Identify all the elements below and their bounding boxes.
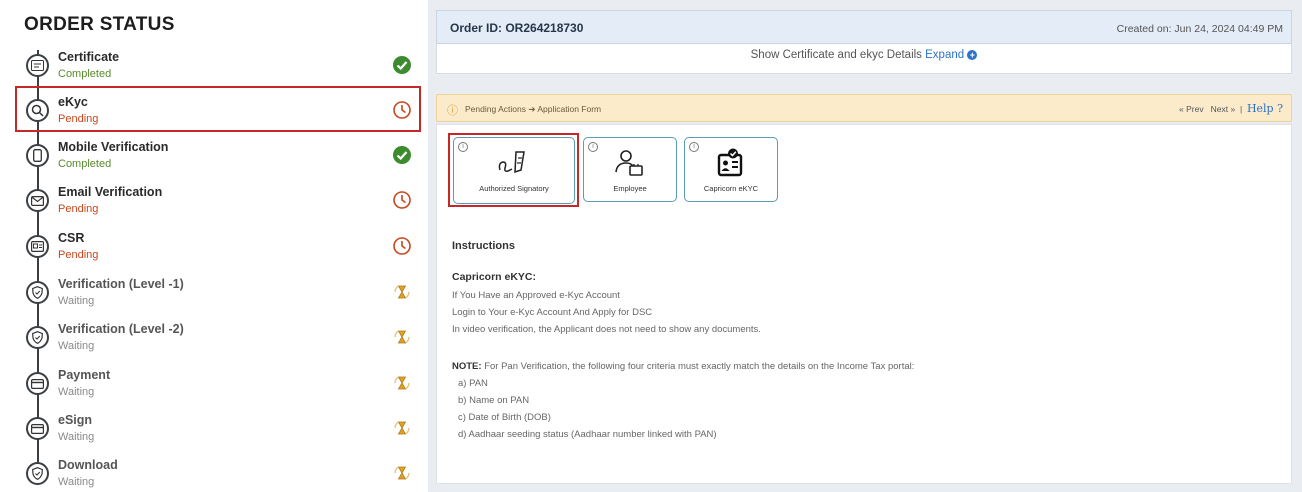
criteria-item: a) PAN [458, 378, 488, 389]
step-status: Completed [58, 158, 112, 170]
capricorn-ekyc-heading: Capricorn eKYC: [452, 271, 537, 283]
step-title: Certificate [58, 50, 120, 64]
application-form: i Authorized Signatory i Employee i Capr… [436, 124, 1292, 484]
authorized-signatory-highlight [448, 133, 579, 207]
note-line: NOTE: For Pan Verification, the followin… [452, 361, 914, 372]
step-download[interactable]: Download Waiting [0, 454, 428, 492]
order-status-panel: ORDER STATUS Certificate Completed eKyc … [0, 0, 428, 492]
step-verification-level-1[interactable]: Verification (Level -1) Waiting [0, 273, 428, 318]
clock-icon [393, 237, 411, 255]
step-title: Email Verification [58, 185, 163, 199]
mobile-icon [26, 144, 49, 167]
certificate-details-row: Show Certificate and ekyc Details Expand… [436, 44, 1292, 74]
shield-icon [26, 462, 49, 485]
employee-icon [584, 148, 676, 178]
pager: « Prev Next » | Help ? [1179, 102, 1283, 115]
shield-icon [26, 281, 49, 304]
hourglass-icon [394, 466, 410, 480]
instructions-heading: Instructions [452, 240, 515, 252]
pending-actions-text: Pending Actions ➔ Application Form [465, 104, 602, 114]
hourglass-icon [394, 285, 410, 299]
order-id: Order ID: OR264218730 [450, 21, 584, 35]
order-detail-panel: Order ID: OR264218730 Created on: Jun 24… [428, 0, 1302, 492]
step-status: Waiting [58, 386, 95, 398]
hourglass-icon [394, 330, 410, 344]
step-esign[interactable]: eSign Waiting [0, 409, 428, 454]
clock-icon [393, 191, 411, 209]
esign-icon [26, 417, 49, 440]
step-title: Mobile Verification [58, 140, 169, 154]
step-title: Download [58, 458, 118, 472]
instruction-line: Login to Your e-Kyc Account And Apply fo… [452, 307, 653, 318]
hourglass-icon [394, 376, 410, 390]
step-status: Completed [58, 68, 112, 80]
card-payment-icon [26, 372, 49, 395]
step-title: eSign [58, 413, 93, 427]
step-csr[interactable]: CSR Pending [0, 227, 428, 272]
criteria-item: d) Aadhaar seeding status (Aadhaar numbe… [458, 429, 717, 440]
step-title: Verification (Level -1) [58, 277, 184, 291]
help-link[interactable]: Help ? [1247, 102, 1283, 115]
certificate-icon [26, 54, 49, 77]
card-label: Capricorn eKYC [703, 184, 759, 193]
note-label: NOTE: [452, 361, 482, 372]
step-status: Waiting [58, 340, 95, 352]
step-email-verification[interactable]: Email Verification Pending [0, 181, 428, 226]
expand-link[interactable]: Expand [925, 49, 964, 61]
id-card-check-icon [685, 148, 777, 178]
step-certificate[interactable]: Certificate Completed [0, 46, 428, 91]
check-circle-icon [393, 56, 411, 74]
step-title: Payment [58, 368, 111, 382]
pending-actions-bar: ⓘ Pending Actions ➔ Application Form « P… [436, 94, 1292, 122]
step-verification-level-2[interactable]: Verification (Level -2) Waiting [0, 318, 428, 363]
step-status: Waiting [58, 431, 95, 443]
hourglass-icon [394, 421, 410, 435]
step-status: Pending [58, 203, 99, 215]
employee-card[interactable]: i Employee [583, 137, 677, 202]
step-status: Pending [58, 249, 99, 261]
next-link[interactable]: Next » [1211, 104, 1236, 114]
instruction-line: In video verification, the Applicant doe… [452, 324, 761, 335]
check-circle-icon [393, 146, 411, 164]
expand-plus-icon[interactable]: + [967, 49, 978, 60]
note-text: For Pan Verification, the following four… [481, 361, 915, 372]
step-title: CSR [58, 231, 85, 245]
instruction-line: If You Have an Approved e-Kyc Account [452, 290, 620, 301]
criteria-item: b) Name on PAN [458, 395, 530, 406]
step-mobile-verification[interactable]: Mobile Verification Completed [0, 136, 428, 181]
order-header: Order ID: OR264218730 Created on: Jun 24… [436, 10, 1292, 44]
criteria-item: c) Date of Birth (DOB) [458, 412, 551, 423]
shield-icon [26, 326, 49, 349]
step-status: Waiting [58, 295, 95, 307]
csr-file-icon [26, 235, 49, 258]
show-details-text: Show Certificate and ekyc Details [750, 49, 922, 61]
prev-link[interactable]: « Prev [1179, 104, 1204, 114]
card-label: Employee [613, 184, 647, 193]
step-status: Waiting [58, 476, 95, 488]
step-payment[interactable]: Payment Waiting [0, 364, 428, 409]
pending-info-icon: ⓘ [447, 105, 458, 117]
capricorn-ekyc-card[interactable]: i Capricorn eKYC [684, 137, 778, 202]
pager-separator: | [1239, 104, 1243, 114]
order-status-title: ORDER STATUS [24, 14, 175, 35]
step-title: Verification (Level -2) [58, 322, 184, 336]
ekyc-highlight [15, 86, 421, 132]
email-icon [26, 189, 49, 212]
created-date: Created on: Jun 24, 2024 04:49 PM [1116, 23, 1283, 35]
